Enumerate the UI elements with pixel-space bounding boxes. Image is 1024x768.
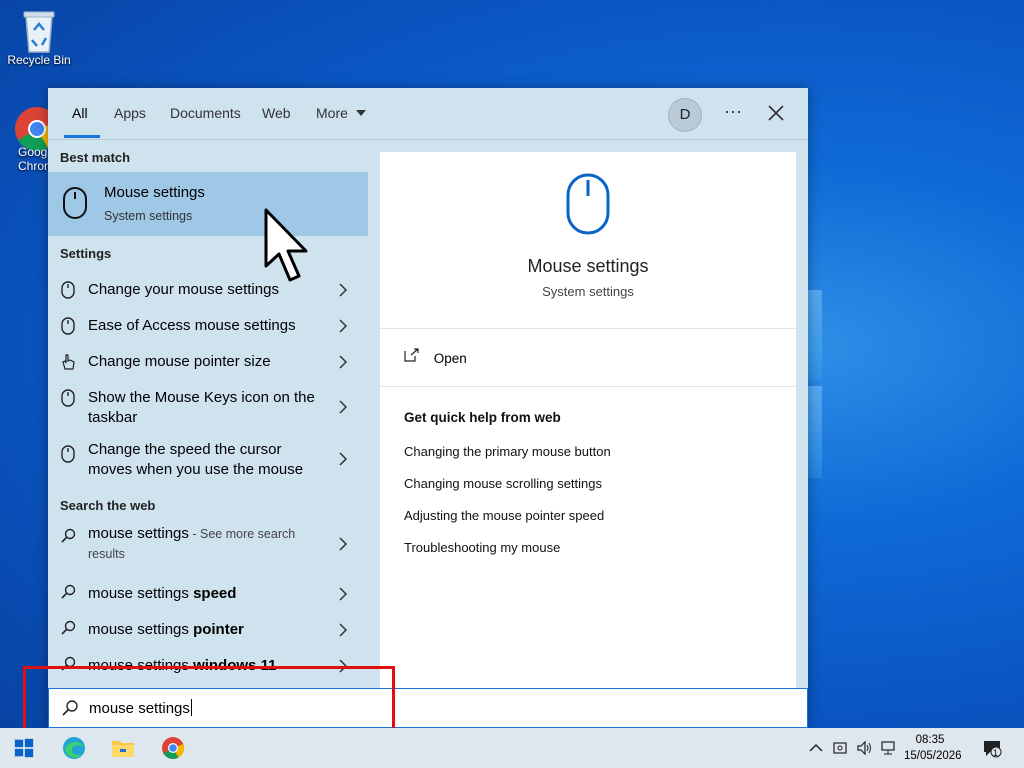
mouse-cursor-icon — [264, 208, 308, 282]
windows-start-icon[interactable] — [14, 738, 34, 758]
quick-help-link[interactable]: Changing the primary mouse button — [404, 444, 611, 459]
system-clock[interactable]: 08:35 15/05/2026 — [904, 732, 962, 764]
divider — [380, 328, 796, 329]
best-match-title: Mouse settings — [104, 184, 205, 201]
file-explorer-icon[interactable] — [111, 736, 135, 760]
user-avatar[interactable]: D — [668, 98, 702, 132]
best-match-header: Best match — [60, 150, 131, 165]
desktop-icon-chrome[interactable]: Goog Chron — [0, 106, 48, 173]
highlight-annotation-box — [23, 666, 395, 732]
quick-help-header: Get quick help from web — [404, 410, 561, 425]
settings-item[interactable]: Change your mouse settings — [48, 272, 368, 308]
best-match-item[interactable]: Mouse settings System settings — [48, 172, 368, 236]
chevron-right-icon[interactable] — [338, 537, 348, 551]
search-web-header: Search the web — [60, 498, 156, 513]
web-query-text: mouse settings — [88, 621, 194, 638]
taskbar: 08:35 15/05/2026 1 — [0, 728, 1024, 768]
settings-item[interactable]: Change the speed the cursor moves when y… — [48, 436, 368, 492]
preview-subtitle: System settings — [542, 284, 634, 299]
notification-count-badge: 1 — [993, 748, 999, 758]
web-query-text: mouse settings — [88, 525, 189, 542]
chevron-right-icon[interactable] — [338, 452, 348, 466]
web-search-item[interactable]: mouse settings pointer — [48, 612, 368, 648]
search-tab-bar: All Apps Documents Web More D ··· — [48, 88, 808, 140]
results-list: Best match Mouse settings System setting… — [48, 140, 380, 688]
preview-title: Mouse settings — [527, 256, 649, 276]
web-search-item[interactable]: mouse settings - See more search results — [48, 520, 368, 576]
settings-header: Settings — [60, 246, 112, 261]
preview-pane: Mouse settings System settings Open Get … — [380, 152, 796, 688]
notification-center-icon[interactable] — [982, 738, 1002, 758]
chevron-right-icon[interactable] — [338, 623, 348, 637]
tab-documents[interactable]: Documents — [170, 105, 241, 121]
web-query-bold: speed — [193, 585, 237, 602]
web-query-text: mouse settings — [88, 585, 194, 602]
open-button[interactable]: Open — [404, 348, 467, 366]
divider — [380, 386, 796, 387]
tab-web[interactable]: Web — [262, 105, 291, 121]
desktop-icon-label: Recycle Bin — [7, 53, 71, 67]
settings-item[interactable]: Show the Mouse Keys icon on the taskbar — [48, 380, 368, 436]
meet-now-icon[interactable] — [832, 740, 848, 756]
quick-help-link[interactable]: Adjusting the mouse pointer speed — [404, 508, 604, 523]
quick-help-link[interactable]: Changing mouse scrolling settings — [404, 476, 602, 491]
settings-item-label: Change the speed the cursor moves when y… — [88, 441, 304, 478]
chrome-icon[interactable] — [161, 736, 185, 760]
network-icon[interactable] — [880, 740, 896, 756]
settings-item[interactable]: Ease of Access mouse settings — [48, 308, 368, 344]
best-match-subtitle: System settings — [104, 209, 193, 223]
search-icon — [61, 620, 76, 635]
clock-time: 08:35 — [915, 734, 945, 746]
settings-item-label: Change mouse pointer size — [88, 353, 271, 370]
volume-icon[interactable] — [856, 740, 872, 756]
chrome-icon — [14, 106, 48, 151]
clock-date: 15/05/2026 — [904, 750, 962, 762]
mouse-icon — [63, 187, 87, 219]
settings-item-label: Show the Mouse Keys icon on the taskbar — [88, 389, 315, 426]
desktop-icon-recycle-bin[interactable]: Recycle Bin — [4, 8, 74, 67]
chevron-right-icon[interactable] — [338, 400, 348, 414]
tab-apps[interactable]: Apps — [114, 105, 146, 121]
open-icon — [404, 348, 419, 362]
tab-more[interactable]: More — [316, 105, 366, 121]
mouse-icon — [61, 281, 75, 299]
web-query-bold: pointer — [193, 621, 244, 638]
chevron-right-icon[interactable] — [338, 355, 348, 369]
quick-help-link[interactable]: Troubleshooting my mouse — [404, 540, 560, 555]
close-icon[interactable] — [766, 103, 786, 123]
chevron-up-icon[interactable] — [808, 740, 824, 756]
desktop-icon-label: Goog Chron — [18, 145, 48, 173]
mouse-icon — [61, 445, 75, 463]
settings-item-label: Change your mouse settings — [88, 281, 279, 298]
search-icon — [61, 528, 76, 543]
mouse-icon — [61, 389, 75, 407]
recycle-bin-icon — [18, 8, 60, 53]
wallpaper-beam — [808, 290, 822, 380]
chevron-down-icon — [355, 110, 366, 116]
mouse-icon — [61, 317, 75, 335]
mouse-icon — [566, 173, 610, 235]
search-icon — [61, 584, 76, 599]
tab-all[interactable]: All — [72, 105, 88, 121]
web-search-item[interactable]: mouse settings speed — [48, 576, 368, 612]
chevron-right-icon[interactable] — [338, 587, 348, 601]
pointer-hand-icon — [62, 354, 75, 370]
settings-item-label: Ease of Access mouse settings — [88, 317, 296, 334]
edge-browser-icon[interactable] — [62, 736, 86, 760]
chevron-right-icon[interactable] — [338, 319, 348, 333]
more-options-button[interactable]: ··· — [724, 101, 742, 122]
chevron-right-icon[interactable] — [338, 283, 348, 297]
wallpaper-beam — [808, 386, 822, 478]
tab-more-label: More — [316, 105, 348, 121]
open-label: Open — [433, 351, 467, 366]
active-tab-indicator — [64, 135, 100, 138]
settings-item[interactable]: Change mouse pointer size — [48, 344, 368, 380]
start-search-panel: All Apps Documents Web More D ··· Best m… — [48, 88, 808, 728]
